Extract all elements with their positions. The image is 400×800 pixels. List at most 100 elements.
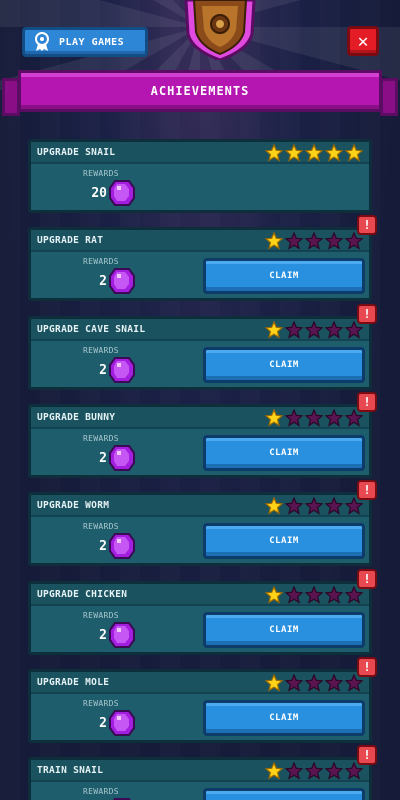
star-filled-icon: [264, 496, 284, 515]
achievement-name: UPGRADE WORM: [37, 500, 110, 511]
purple-gem-icon: [109, 356, 135, 384]
star-empty-icon: [324, 585, 344, 604]
achievement-header: UPGRADE WORM: [31, 495, 369, 517]
achievement-name: UPGRADE SNAIL: [37, 147, 116, 158]
star-empty-icon: [284, 408, 304, 427]
claim-label: CLAIM: [269, 625, 299, 635]
star-empty-icon: [284, 761, 304, 780]
star-empty-icon: [304, 496, 324, 515]
claim-label: CLAIM: [269, 448, 299, 458]
claim-button[interactable]: CLAIM: [203, 788, 365, 800]
achievement-name: UPGRADE MOLE: [37, 677, 110, 688]
star-rating: [264, 408, 364, 427]
rewards-label: REWARDS: [83, 169, 119, 178]
claim-button[interactable]: CLAIM: [203, 347, 365, 383]
claim-button[interactable]: CLAIM: [203, 700, 365, 736]
reward-amount: 2: [99, 451, 107, 466]
star-empty-icon: [304, 320, 324, 339]
purple-gem-icon: [109, 532, 135, 560]
star-empty-icon: [304, 408, 324, 427]
achievement-header: UPGRADE MOLE: [31, 672, 369, 694]
star-empty-icon: [304, 761, 324, 780]
rewards-label: REWARDS: [83, 787, 119, 796]
rewards-label: REWARDS: [83, 522, 119, 531]
achievement-name: UPGRADE CAVE SNAIL: [37, 324, 146, 335]
claim-label: CLAIM: [269, 360, 299, 370]
star-empty-icon: [284, 673, 304, 692]
rewards-label: REWARDS: [83, 434, 119, 443]
claim-label: CLAIM: [269, 271, 299, 281]
achievement-card: UPGRADE CAVE SNAIL REWARDS 2 CLAIM: [28, 316, 372, 390]
rewards-label: REWARDS: [83, 699, 119, 708]
star-filled-icon: [264, 320, 284, 339]
achievement-card: UPGRADE CHICKEN REWARDS 2 CLAIM: [28, 581, 372, 655]
star-rating: [264, 585, 364, 604]
star-rating: [264, 143, 364, 162]
star-empty-icon: [324, 673, 344, 692]
star-filled-icon: [264, 761, 284, 780]
star-filled-icon: [344, 143, 364, 162]
star-rating: [264, 496, 364, 515]
star-empty-icon: [284, 585, 304, 604]
exclamation-icon: !: [357, 215, 377, 235]
achievement-name: UPGRADE CHICKEN: [37, 589, 128, 600]
star-empty-icon: [324, 761, 344, 780]
star-empty-icon: [324, 320, 344, 339]
star-filled-icon: [264, 231, 284, 250]
achievement-card: UPGRADE MOLE REWARDS 2 CLAIM: [28, 669, 372, 743]
achievement-header: UPGRADE SNAIL: [31, 142, 369, 164]
reward-amount: 2: [99, 628, 107, 643]
exclamation-icon: !: [357, 657, 377, 677]
claim-button[interactable]: CLAIM: [203, 612, 365, 648]
reward-amount: 2: [99, 363, 107, 378]
achievement-name: TRAIN SNAIL: [37, 765, 104, 776]
achievement-header: UPGRADE RAT: [31, 230, 369, 252]
star-empty-icon: [284, 231, 304, 250]
star-filled-icon: [264, 143, 284, 162]
purple-gem-icon: [109, 709, 135, 737]
achievement-card: UPGRADE SNAIL REWARDS 20: [28, 139, 372, 213]
claim-label: CLAIM: [269, 536, 299, 546]
star-filled-icon: [284, 143, 304, 162]
star-empty-icon: [324, 496, 344, 515]
achievement-header: UPGRADE CHICKEN: [31, 584, 369, 606]
star-rating: [264, 231, 364, 250]
achievement-card: UPGRADE WORM REWARDS 2 CLAIM: [28, 492, 372, 566]
purple-gem-icon: [109, 621, 135, 649]
achievement-name: UPGRADE RAT: [37, 235, 104, 246]
reward-amount: 2: [99, 274, 107, 289]
achievement-card: TRAIN SNAILREWARDS2 CLAIM: [28, 757, 372, 800]
claim-button[interactable]: CLAIM: [203, 523, 365, 559]
star-filled-icon: [264, 408, 284, 427]
star-empty-icon: [304, 673, 324, 692]
star-empty-icon: [324, 408, 344, 427]
reward-amount: 2: [99, 539, 107, 554]
star-filled-icon: [304, 143, 324, 162]
rewards-label: REWARDS: [83, 346, 119, 355]
star-empty-icon: [284, 320, 304, 339]
star-rating: [264, 320, 364, 339]
star-rating: [264, 761, 364, 780]
achievement-header: UPGRADE BUNNY: [31, 407, 369, 429]
exclamation-icon: !: [357, 480, 377, 500]
exclamation-icon: !: [357, 745, 377, 765]
reward-amount: 2: [99, 716, 107, 731]
exclamation-icon: !: [357, 304, 377, 324]
star-rating: [264, 673, 364, 692]
achievement-card: UPGRADE RAT REWARDS 2 CLAIM: [28, 227, 372, 301]
exclamation-icon: !: [357, 569, 377, 589]
achievement-header: TRAIN SNAIL: [31, 760, 369, 782]
exclamation-icon: !: [357, 392, 377, 412]
star-empty-icon: [304, 585, 324, 604]
claim-button[interactable]: CLAIM: [203, 258, 365, 294]
reward-amount: 20: [91, 186, 107, 201]
star-empty-icon: [284, 496, 304, 515]
claim-label: CLAIM: [269, 713, 299, 723]
star-filled-icon: [264, 673, 284, 692]
achievements-list[interactable]: UPGRADE SNAIL REWARDS 20 UPGRADE RAT REWARD…: [0, 0, 400, 800]
star-empty-icon: [304, 231, 324, 250]
purple-gem-icon: [109, 179, 135, 207]
rewards-label: REWARDS: [83, 257, 119, 266]
claim-button[interactable]: CLAIM: [203, 435, 365, 471]
purple-gem-icon: [109, 444, 135, 472]
